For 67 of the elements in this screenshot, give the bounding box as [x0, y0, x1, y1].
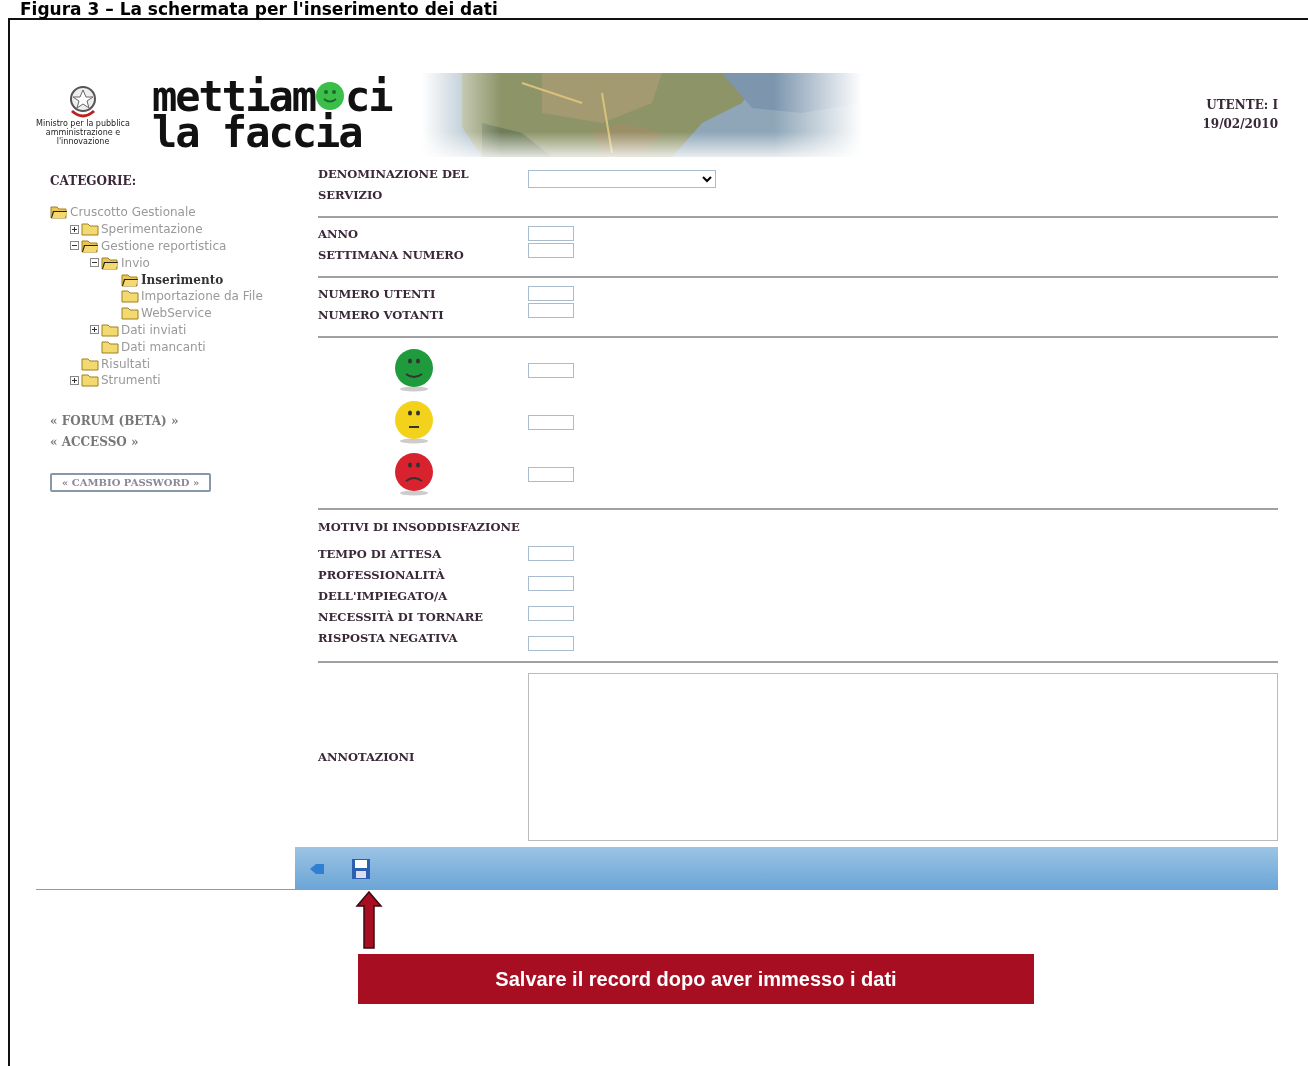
service-dropdown[interactable]	[528, 170, 716, 188]
tree-item[interactable]: Gestione reportistica	[101, 239, 227, 253]
collapse-icon[interactable]	[70, 241, 79, 251]
field-label: SETTIMANA NUMERO	[318, 247, 465, 264]
field-label: NECESSITÀ DI TORNARE	[318, 609, 485, 626]
emblem-icon	[69, 84, 97, 119]
neutral-face-icon	[394, 400, 434, 444]
date-text: 19/02/2010	[1202, 116, 1278, 133]
save-icon[interactable]	[351, 857, 371, 880]
folder-icon	[81, 373, 99, 388]
input-field[interactable]	[528, 286, 574, 301]
user-label: UTENTE: I	[1205, 97, 1278, 114]
input-field[interactable]	[528, 226, 574, 241]
tree-item[interactable]: Sperimentazione	[101, 222, 203, 237]
field-label: NUMERO VOTANTI	[318, 307, 445, 324]
up-arrow	[354, 890, 384, 950]
folder-icon	[121, 289, 139, 304]
input-field[interactable]	[528, 636, 574, 651]
input-field[interactable]	[528, 606, 574, 621]
section-heading: MOTIVI DI INSODDISFAZIONE	[318, 520, 521, 534]
tree-item[interactable]: Inserimento	[141, 272, 224, 287]
folder-icon	[81, 356, 99, 371]
tree-item[interactable]: WebService	[141, 306, 212, 321]
input-field[interactable]	[528, 414, 574, 430]
field-label: DENOMINAZIONE DEL SERVIZIO	[318, 166, 470, 204]
input-field[interactable]	[528, 576, 574, 591]
happy-face-icon	[394, 348, 434, 392]
input-field[interactable]	[528, 466, 574, 482]
sad-face-icon	[394, 452, 434, 496]
field-label: ANNO	[318, 226, 359, 243]
expand-icon[interactable]	[70, 375, 79, 385]
folder-icon	[101, 322, 119, 337]
notes-field[interactable]	[528, 673, 1278, 841]
expand-icon[interactable]	[90, 325, 99, 335]
ministry-text: Ministro per la pubblica amministrazione e l'innovazione	[35, 118, 131, 146]
input-field[interactable]	[528, 243, 574, 258]
open-folder-icon	[121, 272, 139, 287]
field-label: PROFESSIONALITÀ DELL'IMPIEGATO/A	[318, 567, 449, 605]
open-folder-icon	[81, 239, 99, 253]
folder-icon	[101, 339, 119, 354]
back-icon[interactable]	[309, 862, 325, 875]
open-folder-icon	[50, 205, 68, 220]
field-label: RISPOSTA NEGATIVA	[318, 630, 459, 647]
callout-banner: Salvare il record dopo aver immesso i dati	[358, 954, 1034, 1004]
field-label: TEMPO DI ATTESA	[318, 546, 443, 563]
nav-link[interactable]: « FORUM (BETA) »	[50, 410, 318, 432]
expand-icon[interactable]	[70, 224, 79, 234]
input-field[interactable]	[528, 303, 574, 318]
input-field[interactable]	[528, 546, 574, 561]
tree-item[interactable]: Risultati	[101, 356, 150, 371]
collapse-icon[interactable]	[90, 258, 99, 268]
tree-item[interactable]: Dati inviati	[121, 322, 187, 337]
folder-icon	[81, 222, 99, 237]
nav-link[interactable]: « ACCESSO »	[50, 431, 318, 453]
tree-item[interactable]: Dati mancanti	[121, 339, 206, 354]
figure-caption: Figura 3 – La schermata per l'inserimento dei dati	[20, 0, 499, 18]
field-label: NUMERO UTENTI	[318, 286, 437, 303]
folder-icon	[121, 306, 139, 321]
change-password-button[interactable]: « CAMBIO PASSWORD »	[50, 472, 212, 492]
tree-item[interactable]: Invio	[121, 255, 150, 270]
categories-heading: CATEGORIE:	[50, 174, 138, 188]
tree-item[interactable]: Strumenti	[101, 373, 161, 388]
tree-item[interactable]: Importazione da File	[141, 289, 263, 304]
tree-item[interactable]: Cruscotto Gestionale	[70, 205, 196, 220]
input-field[interactable]	[528, 362, 574, 378]
open-folder-icon	[101, 255, 119, 270]
field-label: ANNOTAZIONI	[318, 748, 416, 766]
